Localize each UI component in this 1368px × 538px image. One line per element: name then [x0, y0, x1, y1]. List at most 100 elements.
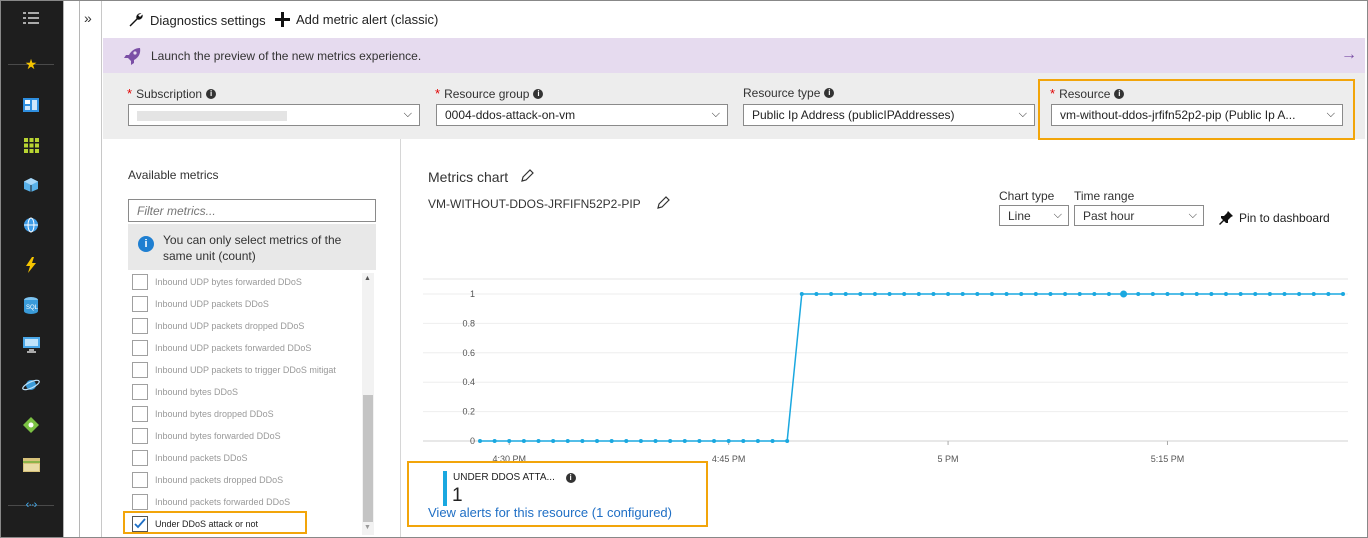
metric-checkbox[interactable]	[132, 296, 148, 312]
data-point	[989, 292, 994, 296]
load-balancer-icon[interactable]	[20, 414, 42, 436]
metric-label: Inbound bytes DDoS	[155, 387, 239, 397]
cosmos-db-planet-icon[interactable]	[20, 374, 42, 396]
data-point	[1033, 292, 1038, 296]
sql-database-icon[interactable]: SQL	[20, 294, 42, 316]
metric-checkbox[interactable]	[132, 384, 148, 400]
data-point	[1120, 290, 1128, 298]
virtual-machine-monitor-icon[interactable]	[20, 334, 42, 356]
data-point	[595, 439, 600, 443]
x-tick-label: 5 PM	[938, 454, 959, 464]
metric-checkbox[interactable]	[132, 318, 148, 334]
resource-type-value: Public Ip Address (publicIPAddresses)	[752, 108, 955, 122]
data-point	[1019, 292, 1024, 296]
data-point	[755, 439, 760, 443]
metric-list-item[interactable]: Inbound UDP packets forwarded DDoS	[132, 340, 311, 356]
metric-label: Inbound packets dropped DDoS	[155, 475, 284, 485]
chart-type-label: Chart type	[999, 189, 1055, 203]
data-point	[1048, 292, 1053, 296]
filter-metrics-input[interactable]	[128, 199, 376, 222]
arrow-right-icon[interactable]: →	[1341, 46, 1357, 64]
edit-pencil-icon[interactable]	[656, 196, 670, 210]
metric-label: Inbound UDP packets forwarded DDoS	[155, 343, 312, 353]
resource-group-label: * Resource group i	[435, 86, 544, 101]
expand-chevron-icon[interactable]: »	[84, 10, 92, 26]
data-point	[1180, 292, 1185, 296]
data-point	[1238, 292, 1243, 296]
metric-list-item[interactable]: Inbound UDP packets to trigger DDoS miti…	[132, 362, 336, 378]
pin-to-dashboard-button[interactable]: Pin to dashboard	[1219, 211, 1330, 225]
edit-pencil-icon[interactable]	[520, 169, 534, 183]
metric-label: Inbound bytes dropped DDoS	[155, 409, 274, 419]
data-point	[726, 439, 731, 443]
scroll-down-icon[interactable]: ▼	[364, 524, 371, 531]
subscription-select[interactable]: ⌵	[128, 104, 420, 126]
metric-list-item[interactable]: Inbound packets DDoS	[132, 450, 248, 466]
data-point	[1223, 292, 1228, 296]
list-icon[interactable]	[20, 7, 42, 29]
storage-account-icon[interactable]	[20, 454, 42, 476]
data-point	[785, 439, 790, 443]
data-point	[536, 439, 541, 443]
scroll-thumb[interactable]	[363, 395, 373, 522]
app-service-globe-icon[interactable]	[20, 214, 42, 236]
dashboard-icon[interactable]	[20, 94, 42, 116]
y-tick-label: 1	[470, 289, 475, 299]
resource-group-cube-icon[interactable]	[20, 174, 42, 196]
data-point	[668, 439, 673, 443]
chevron-down-icon: ⌵	[1053, 209, 1062, 221]
data-point	[946, 292, 951, 296]
resource-type-select[interactable]: Public Ip Address (publicIPAddresses) ⌵	[743, 104, 1035, 126]
metrics-preview-banner[interactable]: Launch the preview of the new metrics ex…	[103, 38, 1365, 73]
metrics-line-chart: 10.80.60.40.204:30 PM 4:45 PM 5 PM 5:15 PM	[423, 278, 1348, 464]
metric-checkbox[interactable]	[132, 406, 148, 422]
metric-checkbox[interactable]	[132, 450, 148, 466]
resource-type-label: Resource type i	[743, 86, 835, 100]
data-point	[1311, 292, 1316, 296]
metric-list-item[interactable]: Inbound packets dropped DDoS	[132, 472, 283, 488]
metric-list-item[interactable]: Inbound UDP packets DDoS	[132, 296, 269, 312]
resource-highlight	[1038, 79, 1355, 140]
metric-list-item[interactable]: Inbound bytes dropped DDoS	[132, 406, 274, 422]
info-circle-icon: i	[138, 236, 154, 252]
svg-text:SQL: SQL	[26, 305, 38, 311]
all-resources-grid-icon[interactable]	[20, 134, 42, 156]
data-point	[931, 292, 936, 296]
metric-checkbox[interactable]	[132, 494, 148, 510]
resource-group-select[interactable]: 0004-ddos-attack-on-vm ⌵	[436, 104, 728, 126]
y-tick-label: 0	[470, 436, 475, 446]
y-tick-label: 0.8	[462, 318, 475, 328]
chart-type-select[interactable]: Line ⌵	[999, 205, 1069, 226]
metric-label: Inbound UDP bytes forwarded DDoS	[155, 277, 302, 287]
plus-icon	[275, 12, 290, 27]
metric-checkbox[interactable]	[132, 340, 148, 356]
metric-list-item[interactable]: Inbound bytes forwarded DDoS	[132, 428, 281, 444]
metric-checkbox[interactable]	[132, 428, 148, 444]
unit-info-box: i You can only select metrics of the sam…	[128, 224, 376, 270]
metric-checkbox[interactable]	[132, 362, 148, 378]
data-point	[829, 292, 834, 296]
function-app-bolt-icon[interactable]	[20, 254, 42, 276]
x-tick-label: 5:15 PM	[1151, 454, 1185, 464]
add-metric-alert-button[interactable]: Add metric alert (classic)	[275, 12, 438, 27]
metrics-chart-title: Metrics chart	[428, 169, 534, 185]
metric-list-item[interactable]: Inbound UDP bytes forwarded DDoS	[132, 274, 302, 290]
metric-checkbox[interactable]	[132, 472, 148, 488]
chevron-down-icon: ⌵	[1018, 108, 1027, 120]
resource-name-heading: VM-WITHOUT-DDOS-JRFIFN52P2-PIP	[428, 196, 670, 211]
data-point	[741, 439, 746, 443]
scroll-up-icon[interactable]: ▲	[364, 275, 371, 282]
data-point	[916, 292, 921, 296]
virtual-network-icon[interactable]: ‹··›	[20, 494, 42, 516]
metric-list-item[interactable]: Inbound bytes DDoS	[132, 384, 238, 400]
metric-checkbox[interactable]	[132, 274, 148, 290]
metric-list-item[interactable]: Inbound UDP packets dropped DDoS	[132, 318, 304, 334]
data-point	[565, 439, 570, 443]
metric-list-item[interactable]: Inbound packets forwarded DDoS	[132, 494, 290, 510]
unit-info-text: You can only select metrics of the same …	[163, 233, 342, 263]
time-range-value: Past hour	[1083, 209, 1135, 223]
diagnostics-settings-button[interactable]: Diagnostics settings	[128, 12, 266, 28]
favorites-star-icon[interactable]: ★	[20, 53, 42, 75]
banner-text: Launch the preview of the new metrics ex…	[151, 48, 422, 63]
time-range-select[interactable]: Past hour ⌵	[1074, 205, 1204, 226]
